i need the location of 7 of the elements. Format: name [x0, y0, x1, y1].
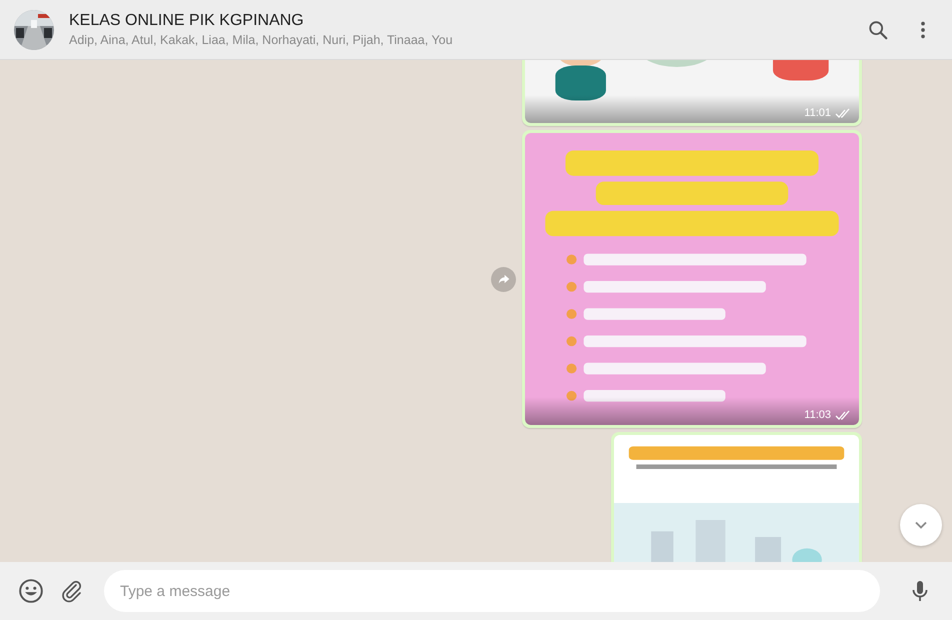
- image-message[interactable]: 11:03: [522, 130, 862, 428]
- image-message[interactable]: 11:01: [522, 60, 862, 126]
- message-time: 11:03: [804, 409, 831, 421]
- message-time: 11:01: [804, 107, 831, 119]
- participants-list: Adip, Aina, Atul, Kakak, Liaa, Mila, Norhayati, Nuri, Pijah, Tinaaa, You: [69, 33, 453, 47]
- chat-title[interactable]: KELAS ONLINE PIK KGPINANG: [69, 12, 304, 30]
- message-input[interactable]: Type a message: [104, 570, 880, 612]
